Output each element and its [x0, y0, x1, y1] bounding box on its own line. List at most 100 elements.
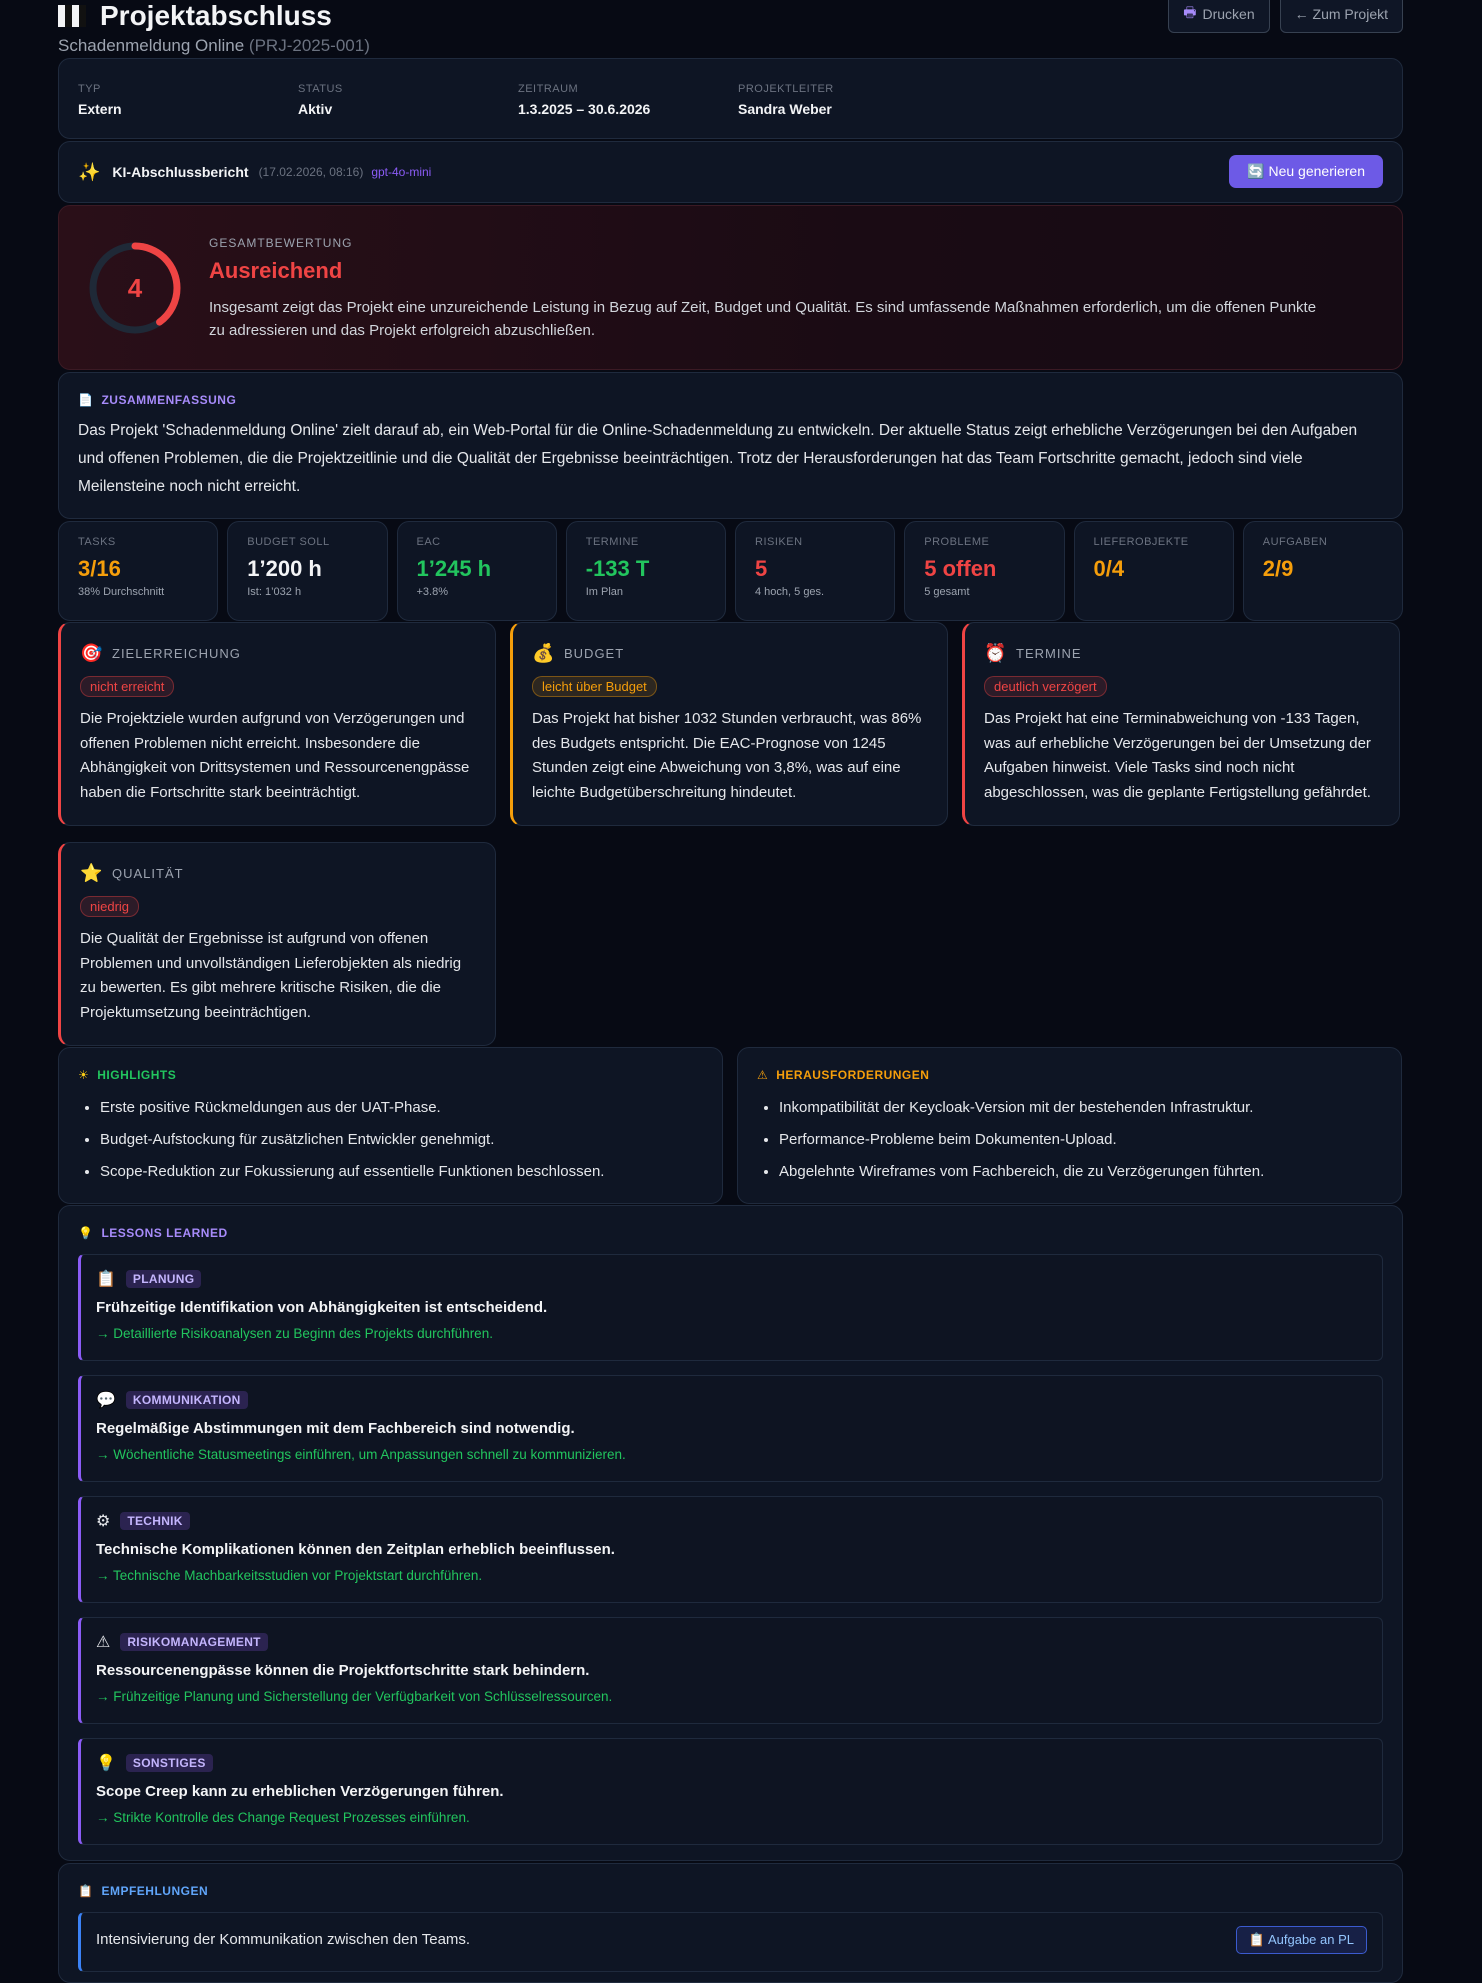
evaluation-title: TERMINE: [1016, 646, 1082, 661]
info-period-label: ZEITRAUM: [518, 83, 579, 95]
lesson-category: SONSTIGES: [125, 1754, 213, 1772]
recommendations-card: 📋 EMPFEHLUNGEN Intensivierung der Kommun…: [58, 1863, 1403, 1983]
evaluation-title: ZIELERREICHUNG: [112, 646, 241, 661]
highlights-list: Erste positive Rückmeldungen aus der UAT…: [78, 1092, 703, 1188]
gear-icon: ⚙: [96, 1513, 111, 1530]
kpi-card-risiken: RISIKEN 5 4 hoch, 5 ges.: [735, 521, 896, 621]
kpi-value: 3/16: [78, 556, 121, 581]
grade-label: GESAMTBEWERTUNG: [209, 236, 353, 250]
summary-heading-text: ZUSAMMENFASSUNG: [101, 393, 237, 407]
print-button-label: Drucken: [1202, 6, 1255, 22]
lesson-item: 📋 PLANUNG Frühzeitige Identifikation von A…: [78, 1254, 1383, 1361]
kpi-card-budget-soll: BUDGET SOLL 1’200 h Ist: 1’032 h: [227, 521, 388, 621]
info-manager-value: Sandra Weber: [738, 101, 832, 117]
lessons-heading-text: LESSONS LEARNED: [101, 1226, 228, 1240]
info-type-label: TYP: [78, 83, 101, 95]
challenges-card: ⚠ HERAUSFORDERUNGEN Inkompatibilität der…: [737, 1047, 1402, 1204]
challenges-list: Inkompatibilität der Keycloak-Version mi…: [757, 1092, 1382, 1188]
challenges-heading-text: HERAUSFORDERUNGEN: [776, 1068, 930, 1082]
lessons-heading: 💡 LESSONS LEARNED: [78, 1226, 1383, 1240]
evaluation-text: Das Projekt hat bisher 1032 Stunden verb…: [532, 710, 922, 801]
grade-score: 4: [127, 272, 143, 303]
kpi-row: TASKS 3/16 38% Durchschnitt BUDGET SOLL 1’20…: [58, 521, 1403, 621]
ki-report-bar: ✨ KI-Abschlussbericht (17.02.2026, 08:16…: [58, 141, 1403, 203]
kpi-value: 1’245 h: [416, 556, 492, 581]
highlight-item: Erste positive Rückmeldungen aus der UAT…: [100, 1092, 703, 1124]
kpi-sub: 4 hoch, 5 ges.: [755, 586, 825, 598]
kpi-label: RISIKEN: [755, 536, 803, 548]
evaluation-header: 💰 BUDGET: [532, 643, 928, 664]
sparkles-icon: ✨: [78, 161, 101, 182]
info-status: STATUS Aktiv: [298, 83, 518, 117]
kpi-value: 1’200 h: [247, 556, 322, 581]
printer-icon: 🖶: [1183, 4, 1197, 20]
evaluation-text: Das Projekt hat eine Terminabweichung vo…: [984, 710, 1371, 801]
page-title-text: Projektabschluss: [100, 0, 332, 31]
lesson-category: PLANUNG: [125, 1270, 202, 1288]
highlights-challenges-row: ☀ HIGHLIGHTS Erste positive Rückmeldunge…: [58, 1047, 1403, 1204]
kpi-card-aufgaben: AUFGABEN 2/9: [1242, 521, 1403, 621]
evaluation-badge: deutlich verzögert: [984, 676, 1107, 697]
clipboard-icon: 📋: [96, 1271, 116, 1288]
evaluation-grid: 🎯 ZIELERREICHUNG nicht erreicht Die Projekt…: [58, 622, 1403, 1046]
lesson-action: → Detaillierte Risikoanalysen zu Beginn …: [96, 1326, 493, 1341]
lesson-tag-row: ⚠ RISIKOMANAGEMENT: [96, 1632, 1367, 1652]
target-icon: 🎯: [80, 643, 104, 663]
challenge-item: Abgelehnte Wireframes vom Fachbereich, d…: [779, 1156, 1382, 1188]
lesson-text: Technische Komplikationen können den Zei…: [96, 1541, 615, 1558]
evaluation-card-termine: ⏰ TERMINE deutlich verzögert Das Projekt ha…: [962, 622, 1400, 826]
ki-report-model: gpt-4o-mini: [371, 165, 432, 179]
lightbulb-icon: 💡: [96, 1755, 116, 1772]
lesson-action: → Strikte Kontrolle des Change Request P…: [96, 1810, 470, 1825]
lesson-item: ⚙ TECHNIK Technische Komplikationen können…: [78, 1496, 1383, 1603]
kpi-card-probleme: PROBLEME 5 offen 5 gesamt: [904, 521, 1065, 621]
kpi-label: LIEFEROBJEKTE: [1093, 536, 1189, 548]
money-bag-icon: 💰: [532, 643, 556, 663]
highlights-card: ☀ HIGHLIGHTS Erste positive Rückmeldunge…: [58, 1047, 723, 1204]
evaluation-header: 🎯 ZIELERREICHUNG: [80, 643, 476, 664]
kpi-sub: +3.8%: [416, 586, 449, 598]
kpi-label: BUDGET SOLL: [247, 536, 330, 548]
highlights-heading: ☀ HIGHLIGHTS: [78, 1068, 703, 1082]
kpi-label: TASKS: [78, 536, 116, 548]
evaluation-text: Die Projektziele wurden aufgrund von Ver…: [80, 710, 470, 801]
lesson-tag-row: 📋 PLANUNG: [96, 1269, 1367, 1289]
back-button-label: ← Zum Projekt: [1294, 6, 1388, 22]
kpi-value: 5 offen: [924, 556, 997, 581]
regenerate-button[interactable]: 🔄 Neu generieren: [1229, 155, 1383, 188]
recommendations-heading: 📋 EMPFEHLUNGEN: [78, 1884, 1383, 1898]
evaluation-card-budget: 💰 BUDGET leicht über Budget Das Projekt hat…: [510, 622, 948, 826]
kpi-card-eac: EAC 1’245 h +3.8%: [396, 521, 557, 621]
lesson-category: KOMMUNIKATION: [125, 1391, 248, 1409]
evaluation-card-qualität: ⭐ QUALITÄT niedrig Die Qualität der Ergebni…: [58, 842, 496, 1046]
print-button[interactable]: 🖶 Drucken: [1168, 0, 1270, 33]
kpi-label: EAC: [416, 536, 441, 548]
kpi-label: PROBLEME: [924, 536, 990, 548]
kpi-label: AUFGABEN: [1262, 536, 1328, 548]
info-type-value: Extern: [78, 101, 122, 117]
lightbulb-icon: 💡: [78, 1226, 94, 1240]
lessons-list: 📋 PLANUNG Frühzeitige Identifikation von A…: [78, 1254, 1383, 1845]
summary-heading: 📄 ZUSAMMENFASSUNG: [78, 393, 1383, 407]
page-header: Projektabschluss Schadenmeldung Online (…: [58, 0, 1403, 58]
grade-title: Ausreichend: [209, 258, 343, 283]
project-code: (PRJ-2025-001): [248, 36, 370, 55]
back-to-project-button[interactable]: ← Zum Projekt: [1279, 0, 1403, 33]
highlight-item: Budget-Aufstockung für zusätzlichen Entw…: [100, 1124, 703, 1156]
evaluation-header: ⭐ QUALITÄT: [80, 863, 476, 884]
kpi-value: 5: [755, 556, 768, 581]
project-name: Schadenmeldung Online: [58, 36, 245, 55]
warning-icon: ⚠: [96, 1634, 111, 1651]
refresh-icon: 🔄: [1247, 163, 1265, 179]
evaluation-badge: niedrig: [80, 896, 140, 917]
document-icon: 📄: [78, 393, 94, 407]
kpi-sub: 38% Durchschnitt: [78, 586, 165, 598]
info-manager-label: PROJEKTLEITER: [738, 83, 834, 95]
project-info-card: TYP Extern STATUS Aktiv ZEITRAUM 1.3.202…: [58, 58, 1403, 139]
recommendations-heading-text: EMPFEHLUNGEN: [101, 1884, 209, 1898]
speech-bubble-icon: 💬: [96, 1392, 116, 1409]
lesson-category: TECHNIK: [120, 1512, 190, 1530]
kpi-value: 0/4: [1093, 556, 1125, 581]
assign-task-button[interactable]: 📋 Aufgabe an PL: [1235, 1926, 1367, 1954]
summary-card: 📄 ZUSAMMENFASSUNG Das Projekt 'Schadenme…: [58, 372, 1403, 519]
